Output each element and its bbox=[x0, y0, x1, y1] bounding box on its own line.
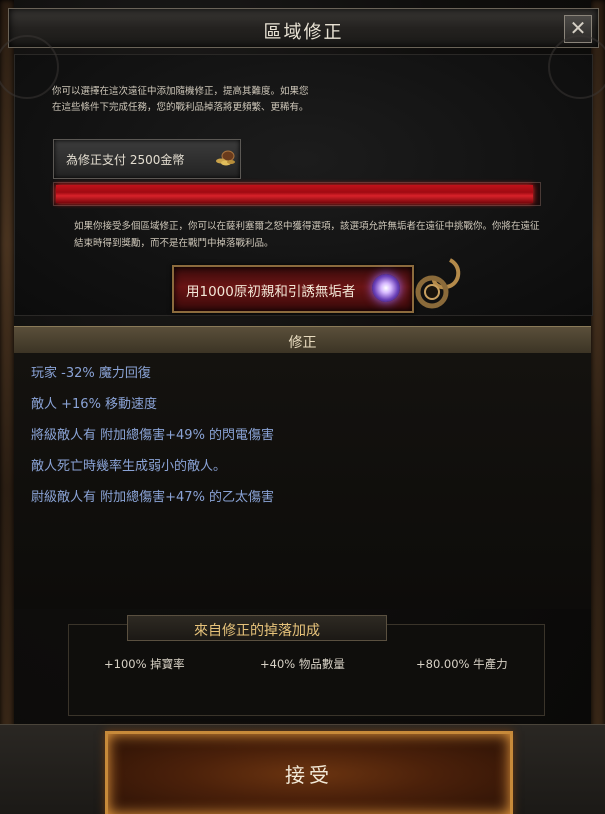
drop-stat-item-quantity: +40% 物品數量 bbox=[260, 657, 345, 671]
modifier-item: 敵人死亡時幾率生成弱小的敵人。 bbox=[31, 459, 227, 474]
modifier-item: 敵人 +16% 移動速度 bbox=[31, 397, 158, 412]
intro-text: 你可以選擇在這次遠征中添加隨機修正，提高其難度。如果您在這些條件下完成任務，您的… bbox=[52, 86, 309, 113]
pay-gold-label: 為修正支付 2500金幣 bbox=[66, 153, 185, 167]
purple-orb-icon bbox=[372, 274, 400, 302]
modifier-item: 玩家 -32% 魔力回復 bbox=[31, 366, 151, 381]
drop-stat-productivity: +80.00% 牛產力 bbox=[416, 657, 508, 671]
description-text: 如果你接受多個區域修正，你可以在薩利塞爾之怒中獲得選項，該選項允許無垢者在遠征中… bbox=[74, 221, 540, 249]
corner-ornament-icon bbox=[548, 35, 605, 99]
coin-pile-icon bbox=[216, 150, 235, 166]
corner-ornament-icon bbox=[0, 35, 59, 99]
modifiers-title: 修正 bbox=[288, 335, 317, 351]
accept-button[interactable]: 接受 bbox=[105, 731, 513, 814]
modifier-item: 尉級敵人有 附加總傷害+47% 的乙太傷害 bbox=[31, 490, 275, 505]
window-title: 區域修正 bbox=[263, 22, 344, 43]
lure-label: 用1000原初親和引誘無垢者 bbox=[186, 284, 356, 300]
accept-label: 接受 bbox=[285, 763, 333, 787]
ornate-hook-icon bbox=[415, 258, 461, 309]
modifier-item: 將級敵人有 附加總傷害+49% 的閃電傷害 bbox=[31, 428, 275, 443]
progress-bar bbox=[53, 182, 541, 206]
left-border-ornament bbox=[0, 0, 14, 814]
drop-bonus-header: 來自修正的掉落加成 bbox=[127, 615, 387, 641]
modifiers-header: 修正 bbox=[14, 326, 591, 354]
right-border-ornament bbox=[591, 0, 605, 814]
title-bar: 區域修正 ✕ bbox=[8, 8, 599, 48]
modal-window: 區域修正 ✕ 你可以選擇在這次遠征中添加隨機修正，提高其難度。如果您在這些條件下… bbox=[0, 0, 605, 814]
modifiers-panel bbox=[14, 353, 591, 609]
pay-gold-button[interactable]: 為修正支付 2500金幣 bbox=[53, 139, 241, 179]
progress-fill bbox=[56, 185, 534, 203]
drop-bonus-title: 來自修正的掉落加成 bbox=[194, 623, 320, 639]
drop-stat-drop-rate: +100% 掉寶率 bbox=[104, 657, 185, 671]
